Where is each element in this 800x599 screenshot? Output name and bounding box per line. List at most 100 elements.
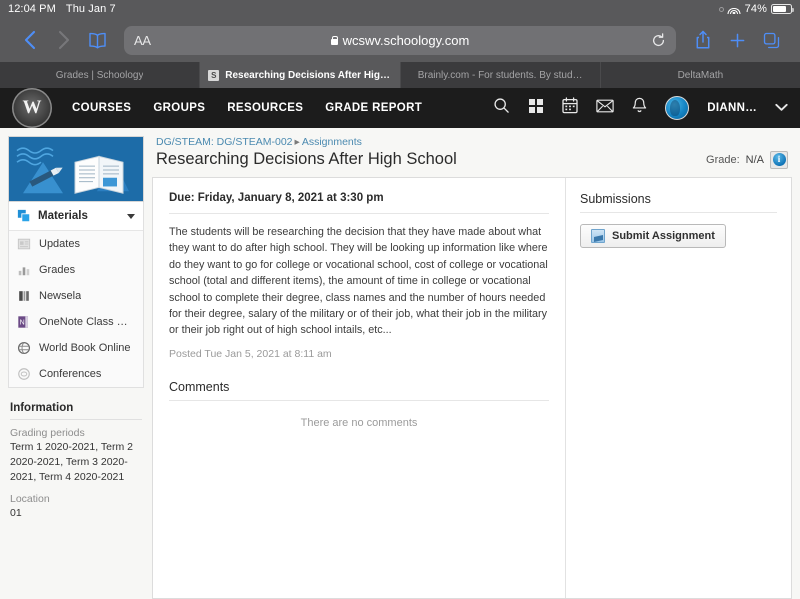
grade-info-button[interactable]: i: [770, 151, 788, 169]
forward-button[interactable]: [46, 23, 80, 57]
sidebar-item-grades[interactable]: Grades: [9, 257, 143, 283]
lock-icon: [331, 36, 338, 45]
sidebar-item-label: Materials: [38, 210, 88, 222]
bookmarks-button[interactable]: [80, 23, 114, 57]
tab-favicon-icon: S: [208, 70, 219, 81]
sidebar-item-onenote[interactable]: N OneNote Class Notebo…: [9, 309, 143, 335]
caret-down-icon[interactable]: [127, 214, 135, 219]
notifications-icon[interactable]: [632, 97, 647, 119]
sidebar-item-world-book-online[interactable]: World Book Online: [9, 335, 143, 361]
posted-timestamp: Posted Tue Jan 5, 2021 at 8:11 am: [169, 348, 549, 360]
sidebar-item-label: Updates: [39, 238, 80, 250]
nav-link-resources[interactable]: RESOURCES: [227, 102, 303, 114]
user-name-label[interactable]: DIANN…: [707, 102, 757, 114]
updates-icon: [17, 237, 31, 251]
avatar[interactable]: [665, 96, 689, 120]
safari-toolbar: AA wcswv.schoology.com: [0, 18, 800, 62]
sidebar-item-materials[interactable]: Materials: [9, 202, 143, 231]
grading-periods-value: Term 1 2020-2021, Term 2 2020-2021, Term…: [10, 440, 142, 485]
wifi-icon: [728, 4, 741, 14]
assignment-description: The students will be researching the dec…: [169, 224, 549, 339]
browser-tab[interactable]: Brainly.com - For students. By stud…: [401, 62, 601, 88]
text-size-button[interactable]: AA: [134, 33, 151, 48]
sidebar-menu: Materials Updates Grades Newsela N: [8, 202, 144, 388]
submit-assignment-label: Submit Assignment: [612, 230, 715, 242]
breadcrumb-section[interactable]: Assignments: [302, 136, 362, 148]
sidebar-item-updates[interactable]: Updates: [9, 231, 143, 257]
due-date: Due: Friday, January 8, 2021 at 3:30 pm: [169, 192, 549, 213]
reload-button[interactable]: [651, 33, 666, 48]
share-button[interactable]: [686, 23, 720, 57]
grade-label: Grade:: [706, 154, 740, 166]
grades-icon: [17, 263, 31, 277]
sidebar-menu-list: Updates Grades Newsela N OneNote Class N…: [9, 231, 143, 387]
breadcrumb-separator: ▸: [293, 136, 302, 148]
location-arrow-icon: [719, 7, 724, 12]
assignment-details-panel: Due: Friday, January 8, 2021 at 3:30 pm …: [153, 178, 565, 598]
course-information-block: Information Grading periods Term 1 2020-…: [8, 402, 144, 521]
breadcrumb-course[interactable]: DG/STEAM: DG/STEAM-002: [156, 136, 293, 148]
sidebar-item-conferences[interactable]: Conferences: [9, 361, 143, 387]
newsela-icon: [17, 289, 31, 303]
sidebar-item-label: Newsela: [39, 290, 81, 302]
school-logo-icon[interactable]: W: [12, 88, 52, 128]
divider: [169, 213, 549, 214]
url-text: wcswv.schoology.com: [343, 33, 470, 48]
browser-tab-label: Grades | Schoology: [56, 70, 144, 81]
worldbook-icon: [17, 341, 31, 355]
browser-tab[interactable]: Grades | Schoology: [0, 62, 200, 88]
top-nav-icons: DIANN…: [493, 96, 788, 120]
main-column: DG/STEAM: DG/STEAM-002▸Assignments Resea…: [152, 136, 792, 599]
show-tabs-button[interactable]: [754, 23, 788, 57]
breadcrumb: DG/STEAM: DG/STEAM-002▸Assignments: [156, 136, 788, 150]
grading-periods-label: Grading periods: [10, 427, 142, 439]
sidebar-item-label: Grades: [39, 264, 75, 276]
comments-heading: Comments: [169, 380, 549, 401]
submissions-heading: Submissions: [580, 192, 777, 213]
browser-tab-label: Brainly.com - For students. By stud…: [418, 70, 583, 81]
back-button[interactable]: [12, 23, 46, 57]
battery-percent-label: 74%: [745, 3, 767, 15]
browser-tab-active[interactable]: S Researching Decisions After High S…: [200, 62, 400, 88]
onenote-icon: N: [17, 315, 31, 329]
ios-status-bar: 12:04 PM Thu Jan 7 74%: [0, 0, 800, 18]
information-heading: Information: [10, 402, 142, 420]
materials-icon: [17, 209, 31, 223]
search-icon[interactable]: [493, 97, 510, 119]
page-body: Materials Updates Grades Newsela N: [0, 128, 800, 599]
calendar-icon[interactable]: [562, 97, 578, 119]
nav-link-grade-report[interactable]: GRADE REPORT: [325, 102, 422, 114]
sidebar-item-label: Conferences: [39, 368, 101, 380]
assignment-card: Due: Friday, January 8, 2021 at 3:30 pm …: [152, 177, 792, 599]
grade-value: N/A: [746, 154, 764, 166]
battery-icon: [771, 4, 792, 14]
sidebar-item-newsela[interactable]: Newsela: [9, 283, 143, 309]
grid-icon[interactable]: [528, 98, 544, 119]
chevron-down-icon[interactable]: [775, 99, 788, 117]
browser-tab[interactable]: DeltaMath: [601, 62, 800, 88]
title-row: Researching Decisions After High School …: [156, 150, 788, 177]
nav-link-groups[interactable]: GROUPS: [153, 102, 205, 114]
course-banner-image: [8, 136, 144, 202]
conferences-icon: [17, 367, 31, 381]
address-bar-content: wcswv.schoology.com: [124, 33, 676, 48]
submissions-panel: Submissions Submit Assignment: [565, 178, 791, 598]
status-bar-date: Thu Jan 7: [66, 3, 116, 15]
header-area: DG/STEAM: DG/STEAM-002▸Assignments Resea…: [152, 136, 792, 177]
schoology-top-nav: W COURSES GROUPS RESOURCES GRADE REPORT …: [0, 88, 800, 128]
location-value: 01: [10, 506, 142, 521]
nav-link-courses[interactable]: COURSES: [72, 102, 131, 114]
page-title: Researching Decisions After High School: [156, 150, 457, 169]
status-bar-left: 12:04 PM Thu Jan 7: [8, 3, 116, 15]
messages-icon[interactable]: [596, 99, 614, 118]
info-icon: i: [773, 153, 786, 166]
new-tab-button[interactable]: [720, 23, 754, 57]
location-label: Location: [10, 493, 142, 505]
browser-tab-label: DeltaMath: [678, 70, 724, 81]
sidebar-item-label: World Book Online: [39, 342, 131, 354]
browser-tab-label: Researching Decisions After High S…: [225, 70, 391, 81]
status-bar-right: 74%: [719, 3, 792, 15]
address-bar[interactable]: AA wcswv.schoology.com: [124, 26, 676, 55]
course-sidebar: Materials Updates Grades Newsela N: [8, 136, 144, 599]
submit-assignment-button[interactable]: Submit Assignment: [580, 224, 726, 248]
